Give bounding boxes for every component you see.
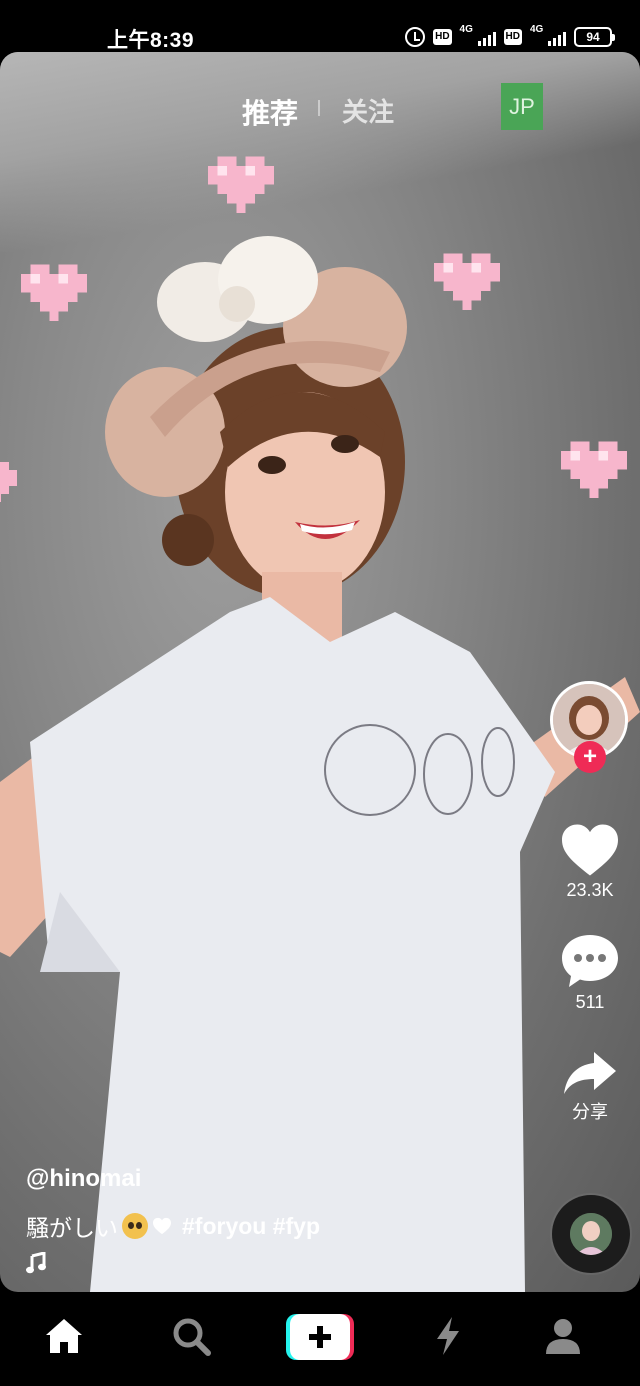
music-note-icon[interactable] [26,1252,46,1274]
comment-button[interactable]: 511 [550,932,630,1013]
status-icons: HD 4G HD 4G 94 [405,24,615,50]
hd-icon: HD [433,29,452,45]
music-cover [570,1213,612,1255]
nav-profile[interactable] [539,1312,587,1360]
status-time: 上午8:39 [107,29,195,52]
video-player[interactable]: 推荐 关注 JP + 23.3K 511 分享 @hinomai 騒がしい #f… [0,52,640,1292]
profile-icon [546,1319,580,1354]
battery-level: 94 [586,30,600,44]
nav-search[interactable] [167,1312,215,1360]
caption-hashtags[interactable]: #foryou #fyp [182,1213,320,1240]
follow-button[interactable]: + [574,741,606,773]
tab-divider [318,100,320,116]
caption-text: 騒がしい [26,1215,118,1241]
create-button[interactable] [286,1314,354,1360]
video-caption: 騒がしい #foryou #fyp [26,1209,320,1243]
share-label: 分享 [572,1102,608,1122]
creator-avatar-wrap: + [550,681,628,773]
creator-username[interactable]: @hinomai [26,1165,141,1193]
battery-icon: 94 [574,27,615,47]
search-icon [173,1318,211,1356]
nav-home[interactable] [40,1312,88,1360]
comment-count: 511 [575,992,605,1012]
like-button[interactable]: 23.3K [550,822,630,901]
signal-icon: 4G [530,24,566,48]
signal-icon: 4G [459,24,496,48]
pleading-face-emoji [122,1213,148,1239]
home-icon [46,1319,82,1353]
alarm-icon [405,27,426,47]
share-icon [564,1052,616,1094]
bottom-nav [0,1292,640,1386]
network-type-label: 4G [530,24,544,35]
tab-recommended[interactable]: 推荐 [242,92,298,132]
video-subject [0,236,640,1292]
region-badge[interactable]: JP [501,83,543,130]
network-type-label: 4G [459,24,473,35]
share-button[interactable]: 分享 [550,1050,630,1124]
create-icon [286,1314,354,1360]
status-bar: 上午8:39 HD 4G HD 4G 94 [0,0,640,52]
heart-icon [562,824,618,876]
music-disc-icon[interactable] [552,1195,630,1273]
comment-icon [562,935,618,987]
nav-inbox[interactable] [424,1312,472,1360]
like-count: 23.3K [566,880,614,900]
hd-icon: HD [503,29,522,45]
heart-emoji-icon [153,1217,171,1235]
inbox-bolt-icon [437,1317,459,1355]
feed-tabs: 推荐 关注 [0,92,640,132]
tab-following[interactable]: 关注 [342,92,394,129]
